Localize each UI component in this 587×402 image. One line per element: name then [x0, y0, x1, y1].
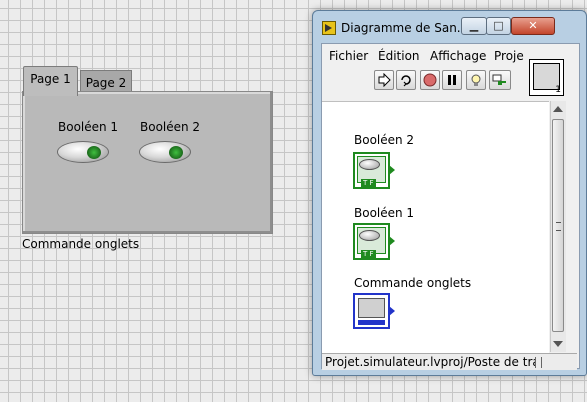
- window-title: Diagramme de San...: [341, 21, 469, 35]
- tab-control-page: [22, 91, 273, 234]
- splitter-grip-icon[interactable]: [535, 357, 542, 368]
- tab-control-terminal[interactable]: [353, 293, 395, 329]
- menu-fichier[interactable]: Fichier: [329, 49, 368, 63]
- boolean-2-button[interactable]: [139, 141, 191, 163]
- minimize-button[interactable]: ▁: [461, 17, 487, 35]
- scroll-down-icon[interactable]: [553, 341, 563, 347]
- boolean-1-label: Booléen 1: [58, 120, 119, 134]
- output-arrow-icon: [389, 306, 395, 316]
- boolean-2-label: Booléen 2: [140, 120, 201, 134]
- scroll-thumb[interactable]: [552, 119, 564, 332]
- window-client-area: Fichier Édition Affichage Proje 1 Boolée…: [321, 43, 580, 370]
- toolbar: [322, 70, 527, 94]
- run-continuously-icon: [401, 75, 411, 87]
- terminal-label-tab-control: Commande onglets: [354, 276, 472, 290]
- menu-affichage[interactable]: Affichage: [430, 49, 486, 63]
- tab-control-icon: [358, 298, 385, 318]
- vertical-scrollbar[interactable]: [550, 101, 566, 352]
- menu-bar: Fichier Édition Affichage Proje: [322, 44, 526, 66]
- run-arrow-icon: [378, 73, 391, 87]
- boolean-icon: [359, 230, 380, 241]
- project-path: Projet.simulateur.lvproj/Poste de trav: [325, 355, 535, 369]
- run-button[interactable]: [374, 70, 394, 90]
- title-bar[interactable]: Diagramme de San... ▁ □ ✕: [313, 11, 586, 39]
- grip-icon: [556, 222, 561, 231]
- boolean-1-terminal[interactable]: T F: [353, 223, 395, 260]
- highlight-execution-icon: [471, 74, 481, 86]
- led-icon: [169, 146, 183, 159]
- block-diagram-window: Diagramme de San... ▁ □ ✕ Fichier Éditio…: [312, 10, 587, 376]
- labview-icon: [322, 21, 336, 35]
- tab-page-1[interactable]: Page 1: [23, 66, 78, 96]
- retain-wire-values-icon: [492, 74, 506, 85]
- maximize-button[interactable]: □: [486, 17, 511, 35]
- led-icon: [87, 146, 101, 159]
- tab-control-caption: Commande onglets: [22, 237, 140, 251]
- tab-page-2-label: Page 2: [85, 76, 127, 90]
- boolean-2-terminal[interactable]: T F: [353, 152, 395, 189]
- vi-icon-number: 1: [555, 85, 561, 95]
- pause-icon: [448, 75, 456, 85]
- highlight-execution-button[interactable]: [466, 70, 486, 90]
- boolean-icon: [359, 159, 380, 170]
- menu-edition[interactable]: Édition: [378, 49, 420, 63]
- close-button[interactable]: ✕: [511, 17, 555, 35]
- abort-button[interactable]: [420, 70, 440, 90]
- tf-icon: T F: [361, 179, 376, 187]
- tf-icon: T F: [361, 250, 376, 258]
- block-diagram-canvas[interactable]: Booléen 2 T F Booléen 1 T F Commande ong…: [322, 101, 549, 353]
- status-bar: Projet.simulateur.lvproj/Poste de trav: [322, 353, 577, 370]
- menu-projet[interactable]: Proje: [494, 49, 524, 63]
- vi-icon[interactable]: 1: [529, 59, 564, 96]
- run-continuously-button[interactable]: [396, 70, 416, 90]
- pause-button[interactable]: [442, 70, 462, 90]
- tab-page-1-label: Page 1: [30, 72, 71, 86]
- abort-icon: [423, 73, 437, 87]
- output-arrow-icon: [389, 165, 395, 175]
- scroll-up-icon[interactable]: [553, 106, 563, 112]
- output-arrow-icon: [389, 236, 395, 246]
- retain-wire-values-button[interactable]: [489, 70, 511, 90]
- terminal-label-boolean-2: Booléen 2: [354, 133, 415, 147]
- terminal-label-boolean-1: Booléen 1: [354, 206, 415, 220]
- boolean-1-button[interactable]: [57, 141, 109, 163]
